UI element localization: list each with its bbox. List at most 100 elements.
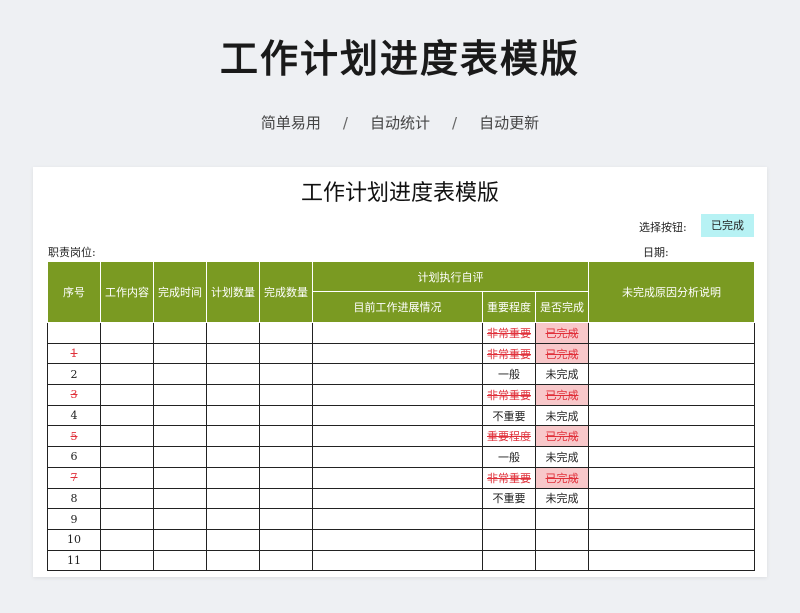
cell-importance[interactable]: 非常重要: [482, 466, 536, 489]
cell-seq[interactable]: 2: [47, 363, 101, 386]
cell-content[interactable]: [100, 322, 154, 344]
cell-content[interactable]: [100, 446, 154, 468]
cell-finish-time[interactable]: [153, 549, 207, 572]
cell-progress[interactable]: [312, 404, 483, 427]
cell-plan-qty[interactable]: [206, 363, 260, 386]
cell-done-qty[interactable]: [259, 549, 313, 572]
cell-plan-qty[interactable]: [206, 425, 260, 448]
cell-is-done[interactable]: 未完成: [535, 404, 589, 427]
cell-reason[interactable]: [588, 549, 755, 572]
cell-seq[interactable]: 5: [47, 425, 101, 448]
cell-importance[interactable]: 不重要: [482, 404, 536, 427]
cell-is-done[interactable]: 已完成: [535, 425, 589, 448]
cell-reason[interactable]: [588, 446, 755, 468]
cell-plan-qty[interactable]: [206, 466, 260, 489]
cell-done-qty[interactable]: [259, 404, 313, 427]
cell-done-qty[interactable]: [259, 342, 313, 365]
cell-content[interactable]: [100, 425, 154, 448]
cell-reason[interactable]: [588, 363, 755, 386]
cell-plan-qty[interactable]: [206, 508, 260, 530]
cell-is-done[interactable]: 已完成: [535, 322, 589, 344]
cell-plan-qty[interactable]: [206, 384, 260, 406]
cell-done-qty[interactable]: [259, 508, 313, 530]
cell-content[interactable]: [100, 363, 154, 386]
cell-done-qty[interactable]: [259, 363, 313, 386]
cell-finish-time[interactable]: [153, 487, 207, 510]
cell-progress[interactable]: [312, 322, 483, 344]
cell-reason[interactable]: [588, 322, 755, 344]
cell-progress[interactable]: [312, 549, 483, 572]
cell-importance[interactable]: 一般: [482, 363, 536, 386]
cell-is-done[interactable]: 未完成: [535, 487, 589, 510]
cell-finish-time[interactable]: [153, 528, 207, 551]
cell-seq[interactable]: 3: [47, 384, 101, 406]
cell-importance[interactable]: 非常重要: [482, 384, 536, 406]
cell-done-qty[interactable]: [259, 528, 313, 551]
cell-reason[interactable]: [588, 404, 755, 427]
cell-seq[interactable]: [47, 322, 101, 344]
cell-seq[interactable]: 1: [47, 342, 101, 365]
cell-seq[interactable]: 8: [47, 487, 101, 510]
cell-plan-qty[interactable]: [206, 404, 260, 427]
cell-reason[interactable]: [588, 425, 755, 448]
cell-finish-time[interactable]: [153, 404, 207, 427]
cell-content[interactable]: [100, 404, 154, 427]
cell-content[interactable]: [100, 508, 154, 530]
cell-progress[interactable]: [312, 508, 483, 530]
cell-progress[interactable]: [312, 528, 483, 551]
cell-seq[interactable]: 4: [47, 404, 101, 427]
cell-is-done[interactable]: [535, 508, 589, 530]
cell-reason[interactable]: [588, 384, 755, 406]
cell-done-qty[interactable]: [259, 446, 313, 468]
cell-content[interactable]: [100, 549, 154, 572]
cell-done-qty[interactable]: [259, 384, 313, 406]
cell-finish-time[interactable]: [153, 342, 207, 365]
cell-done-qty[interactable]: [259, 487, 313, 510]
status-select-button[interactable]: 已完成: [701, 214, 754, 237]
cell-is-done[interactable]: 已完成: [535, 384, 589, 406]
cell-progress[interactable]: [312, 466, 483, 489]
cell-is-done[interactable]: [535, 528, 589, 551]
cell-seq[interactable]: 10: [47, 528, 101, 551]
cell-importance[interactable]: [482, 528, 536, 551]
cell-plan-qty[interactable]: [206, 446, 260, 468]
cell-plan-qty[interactable]: [206, 322, 260, 344]
cell-finish-time[interactable]: [153, 466, 207, 489]
cell-plan-qty[interactable]: [206, 528, 260, 551]
cell-importance[interactable]: [482, 549, 536, 572]
cell-is-done[interactable]: 未完成: [535, 446, 589, 468]
cell-importance[interactable]: 不重要: [482, 487, 536, 510]
cell-reason[interactable]: [588, 487, 755, 510]
cell-finish-time[interactable]: [153, 425, 207, 448]
cell-importance[interactable]: 非常重要: [482, 342, 536, 365]
cell-content[interactable]: [100, 528, 154, 551]
cell-reason[interactable]: [588, 466, 755, 489]
cell-is-done[interactable]: 未完成: [535, 363, 589, 386]
cell-plan-qty[interactable]: [206, 549, 260, 572]
cell-seq[interactable]: 11: [47, 549, 101, 572]
cell-reason[interactable]: [588, 508, 755, 530]
cell-content[interactable]: [100, 384, 154, 406]
cell-finish-time[interactable]: [153, 508, 207, 530]
cell-reason[interactable]: [588, 528, 755, 551]
cell-seq[interactable]: 6: [47, 446, 101, 468]
cell-importance[interactable]: [482, 508, 536, 530]
cell-is-done[interactable]: 已完成: [535, 466, 589, 489]
cell-importance[interactable]: 非常重要: [482, 322, 536, 344]
cell-importance[interactable]: 重要程度: [482, 425, 536, 448]
cell-done-qty[interactable]: [259, 425, 313, 448]
cell-progress[interactable]: [312, 487, 483, 510]
cell-progress[interactable]: [312, 363, 483, 386]
cell-finish-time[interactable]: [153, 384, 207, 406]
cell-seq[interactable]: 7: [47, 466, 101, 489]
cell-is-done[interactable]: [535, 549, 589, 572]
cell-progress[interactable]: [312, 425, 483, 448]
cell-plan-qty[interactable]: [206, 487, 260, 510]
cell-content[interactable]: [100, 487, 154, 510]
cell-progress[interactable]: [312, 342, 483, 365]
cell-done-qty[interactable]: [259, 322, 313, 344]
cell-done-qty[interactable]: [259, 466, 313, 489]
cell-importance[interactable]: 一般: [482, 446, 536, 468]
cell-progress[interactable]: [312, 446, 483, 468]
cell-finish-time[interactable]: [153, 363, 207, 386]
